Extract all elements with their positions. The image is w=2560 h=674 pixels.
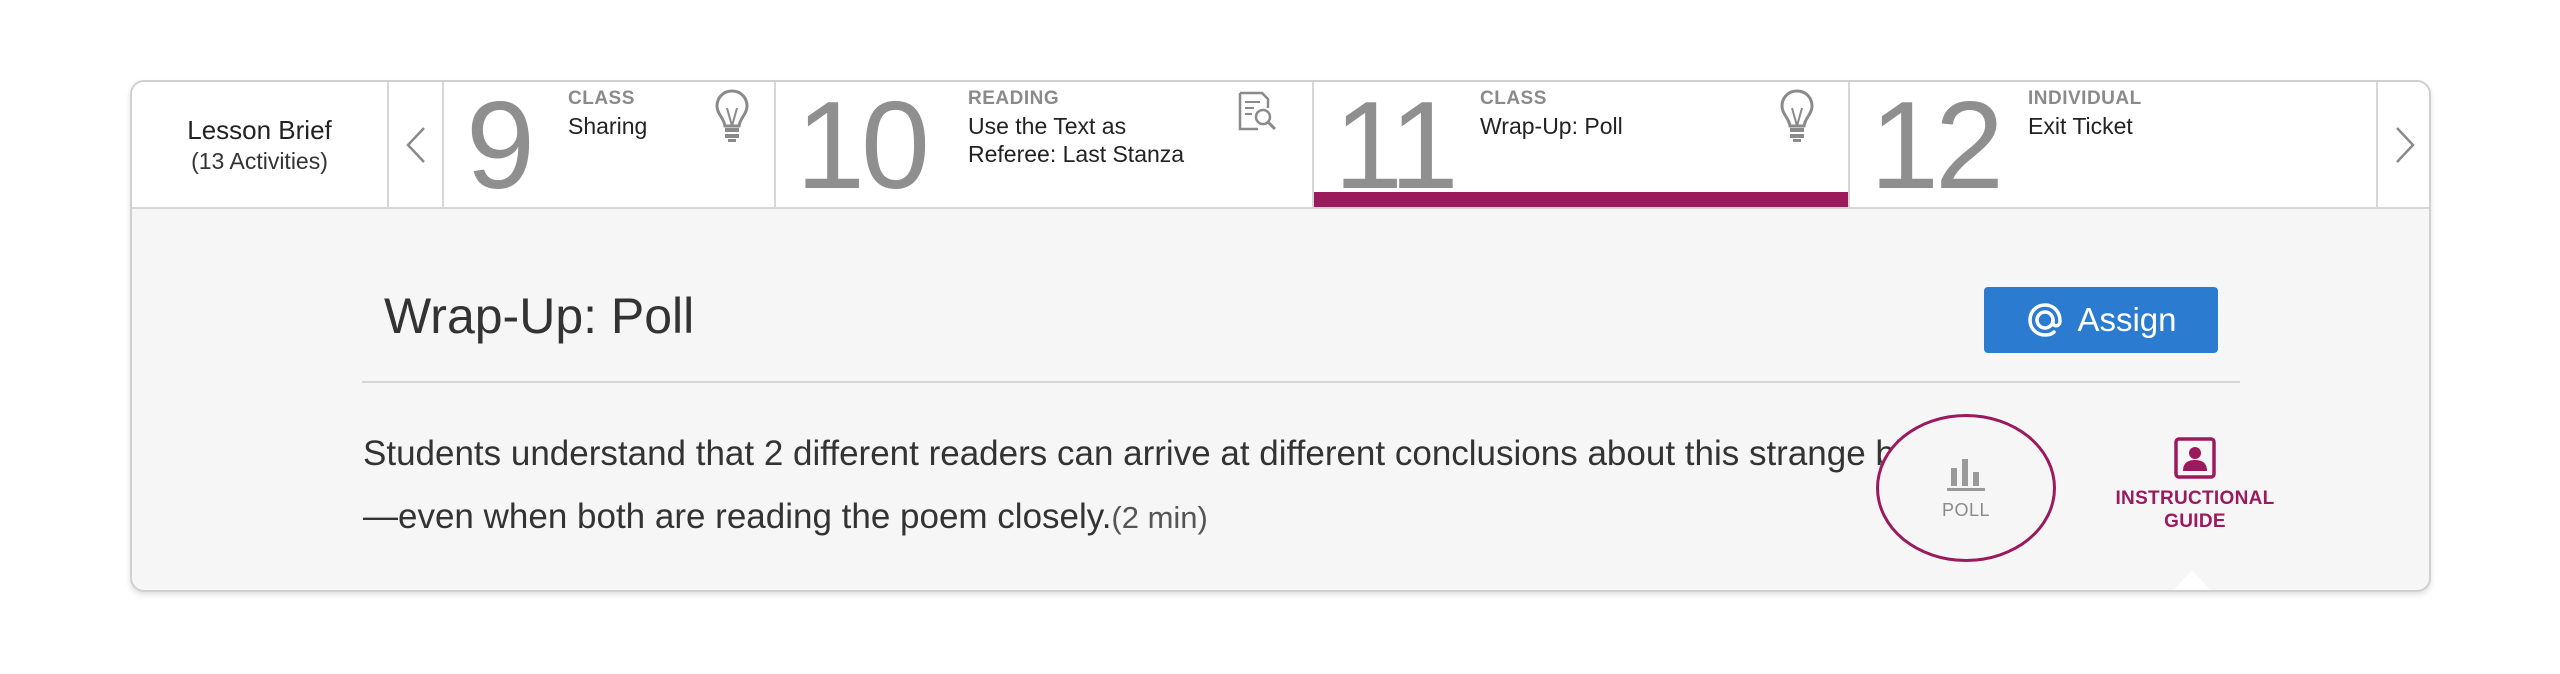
activity-tile-12[interactable]: 12 INDIVIDUAL Exit Ticket (1850, 80, 2376, 215)
activity-name-line-1: Use the Text as (968, 113, 1127, 139)
previous-activities-button[interactable] (389, 82, 444, 207)
lightbulb-icon (1780, 89, 1814, 142)
activity-number: 9 (466, 80, 535, 215)
lesson-brief-title: Lesson Brief (187, 114, 332, 145)
activity-navigation-bar: Lesson Brief (13 Activities) 9 CLASS Sha… (132, 82, 2429, 209)
chevron-right-icon (2395, 126, 2415, 163)
lightbulb-icon (715, 89, 749, 142)
selected-panel-caret (2172, 570, 2212, 590)
next-activities-button[interactable] (2376, 82, 2429, 207)
activity-tile-11-selected[interactable]: 11 CLASS Wrap-Up: Poll (1314, 80, 1850, 215)
lesson-activity-card: Lesson Brief (13 Activities) 9 CLASS Sha… (130, 80, 2431, 592)
activity-tile-9[interactable]: 9 CLASS Sharing (446, 80, 776, 215)
activity-title: Wrap-Up: Poll (384, 288, 695, 344)
poll-mode-button[interactable]: POLL (1876, 414, 2056, 562)
activity-tile-10[interactable]: 10 READING Use the Text as Referee: Last… (776, 80, 1314, 215)
lesson-brief-count: (13 Activities) (191, 147, 328, 174)
bar-chart-icon (1947, 458, 1985, 491)
activity-type: CLASS (568, 88, 635, 109)
activity-number: 10 (796, 80, 930, 215)
activity-name: Wrap-Up: Poll (1480, 113, 1623, 139)
activity-type: INDIVIDUAL (2028, 88, 2142, 109)
assign-button[interactable]: Assign (1984, 287, 2218, 353)
activity-name: Exit Ticket (2028, 113, 2133, 139)
chevron-left-icon (405, 126, 425, 163)
activity-name: Sharing (568, 113, 648, 139)
instructional-guide-button[interactable]: INSTRUCTIONAL GUIDE (2045, 437, 2345, 533)
activity-duration: (2 min) (1111, 500, 1208, 535)
activity-number: 11 (1334, 80, 1459, 215)
instructional-guide-label: INSTRUCTIONAL GUIDE (2115, 488, 2275, 532)
panel-bottom-strip (132, 590, 2429, 592)
activity-name-line-2: Referee: Last Stanza (968, 141, 1185, 167)
assign-label: Assign (2077, 301, 2177, 338)
activity-number: 12 (1870, 80, 2004, 215)
selected-indicator-bar (1314, 192, 1848, 207)
activity-type: READING (968, 88, 1060, 109)
poll-label: POLL (1941, 499, 1991, 520)
lesson-brief-button[interactable]: Lesson Brief (13 Activities) (132, 82, 389, 207)
activity-type: CLASS (1480, 88, 1547, 109)
document-search-icon (1238, 91, 1277, 131)
at-sign-icon (2028, 303, 2063, 337)
header-divider (362, 381, 2240, 383)
person-badge-icon (2174, 437, 2216, 479)
activity-description: Students understand that 2 different rea… (363, 422, 1943, 549)
